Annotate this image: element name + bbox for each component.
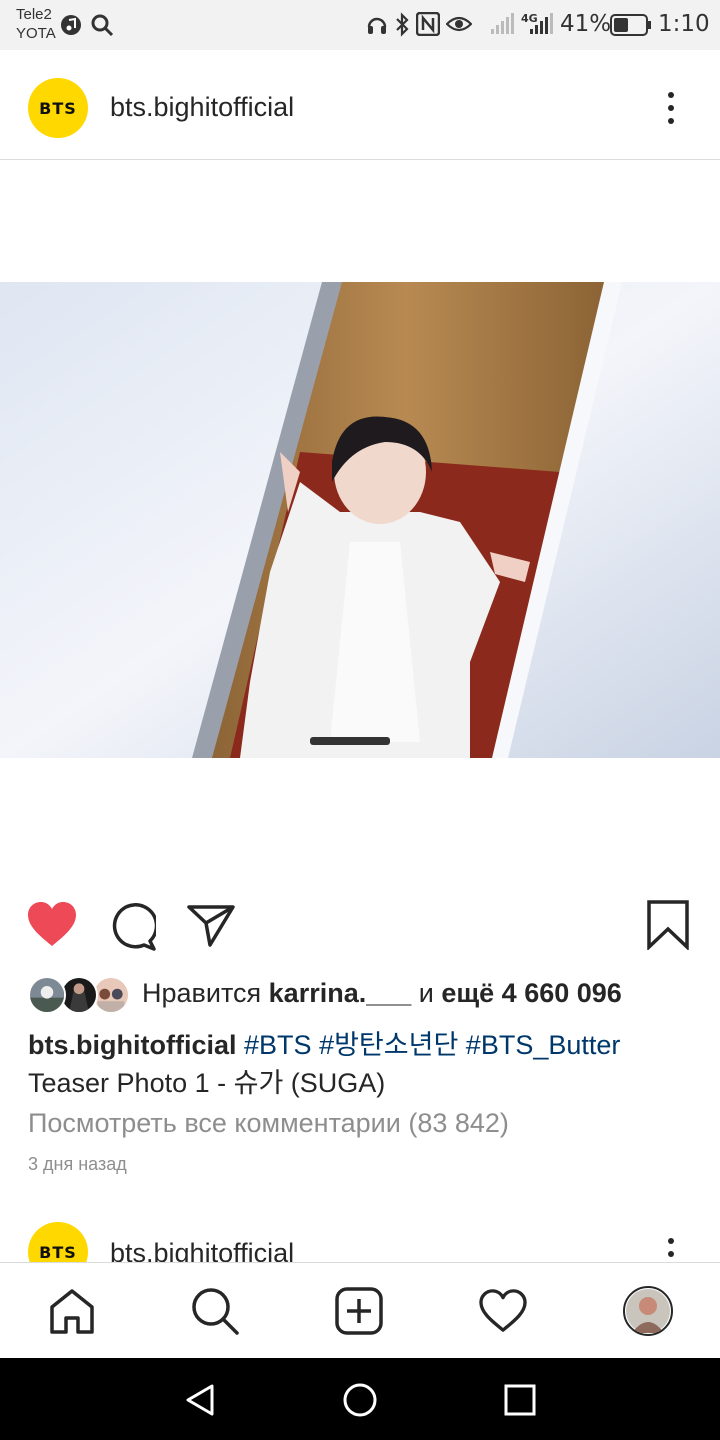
likes-user[interactable]: karrina.___ xyxy=(269,978,412,1008)
carrier-2: YOTA xyxy=(16,25,56,42)
signal-icon xyxy=(491,13,514,34)
next-post-username[interactable]: bts.bighitofficial xyxy=(110,1238,294,1262)
next-post-header: BTS bts.bighitofficial xyxy=(0,1212,720,1262)
add-post-icon xyxy=(335,1287,383,1335)
nav-activity[interactable] xyxy=(477,1285,529,1337)
nfc-icon xyxy=(416,12,440,36)
status-bar: Tele2 YOTA 4G 41% 1:10 xyxy=(0,0,720,50)
back-icon[interactable] xyxy=(180,1380,220,1420)
view-comments-link[interactable]: Посмотреть все комментарии (83 842) xyxy=(28,1108,509,1139)
clock: 1:10 xyxy=(658,11,710,37)
next-avatar-text: BTS xyxy=(39,1242,77,1262)
eye-comfort-icon xyxy=(446,16,472,32)
post-username[interactable]: bts.bighitofficial xyxy=(110,92,294,123)
bookmark-icon[interactable] xyxy=(646,900,690,950)
search-icon xyxy=(192,1288,239,1335)
post-header: BTS bts.bighitofficial xyxy=(0,50,720,160)
profile-avatar-nav xyxy=(623,1286,673,1336)
signal-strength-icon xyxy=(530,13,553,34)
bottom-nav xyxy=(0,1262,720,1358)
comment-icon[interactable] xyxy=(108,903,156,951)
post-time: 3 дня назад xyxy=(28,1154,127,1174)
home-button-icon[interactable] xyxy=(340,1380,380,1420)
carrier-1: Tele2 xyxy=(16,6,52,23)
android-nav-bar xyxy=(0,1358,720,1440)
battery-icon xyxy=(610,14,651,36)
battery-percent: 41% xyxy=(560,11,612,37)
post-photo[interactable] xyxy=(0,282,720,758)
bluetooth-icon xyxy=(396,12,409,37)
caption-text: Teaser Photo 1 - 슈가 (SUGA) xyxy=(28,1068,386,1098)
next-post-avatar[interactable]: BTS xyxy=(28,1222,88,1262)
next-more-options-icon[interactable] xyxy=(668,1238,676,1262)
liker-avatar-1 xyxy=(28,976,66,1014)
carrier-labels: Tele2 YOTA xyxy=(16,5,56,43)
photo-image xyxy=(0,282,720,758)
hashtag-korean[interactable]: #방탄소년단 xyxy=(319,1030,458,1060)
more-options-icon[interactable] xyxy=(668,92,676,131)
nav-search[interactable] xyxy=(189,1285,241,1337)
likes-text: Нравится karrina.___ и ещё 4 660 096 xyxy=(142,978,622,1009)
recents-icon[interactable] xyxy=(500,1380,540,1420)
profile-avatar[interactable]: BTS xyxy=(28,78,88,138)
nav-profile[interactable] xyxy=(622,1285,674,1337)
hashtag-butter[interactable]: #BTS_Butter xyxy=(466,1030,621,1060)
hashtag-bts[interactable]: #BTS xyxy=(244,1030,312,1060)
music-icon xyxy=(61,15,81,35)
caption-username[interactable]: bts.bighitofficial xyxy=(28,1030,237,1060)
likes-row[interactable]: Нравится karrina.___ и ещё 4 660 096 xyxy=(28,974,708,1014)
headphones-icon xyxy=(367,17,387,34)
nav-add-post[interactable] xyxy=(333,1285,385,1337)
likes-prefix: Нравится xyxy=(142,978,269,1008)
likes-middle: и xyxy=(411,978,442,1008)
home-icon xyxy=(50,1289,94,1334)
activity-heart-icon xyxy=(479,1289,527,1332)
avatar-text: BTS xyxy=(39,98,77,118)
liked-heart-icon[interactable] xyxy=(26,900,78,948)
nav-home[interactable] xyxy=(46,1285,98,1337)
caption: bts.bighitofficial #BTS #방탄소년단 #BTS_Butt… xyxy=(28,1026,698,1102)
profile-photo xyxy=(626,1289,670,1333)
share-icon[interactable] xyxy=(186,904,236,948)
search-icon xyxy=(91,14,114,37)
likes-count[interactable]: ещё 4 660 096 xyxy=(441,978,621,1008)
